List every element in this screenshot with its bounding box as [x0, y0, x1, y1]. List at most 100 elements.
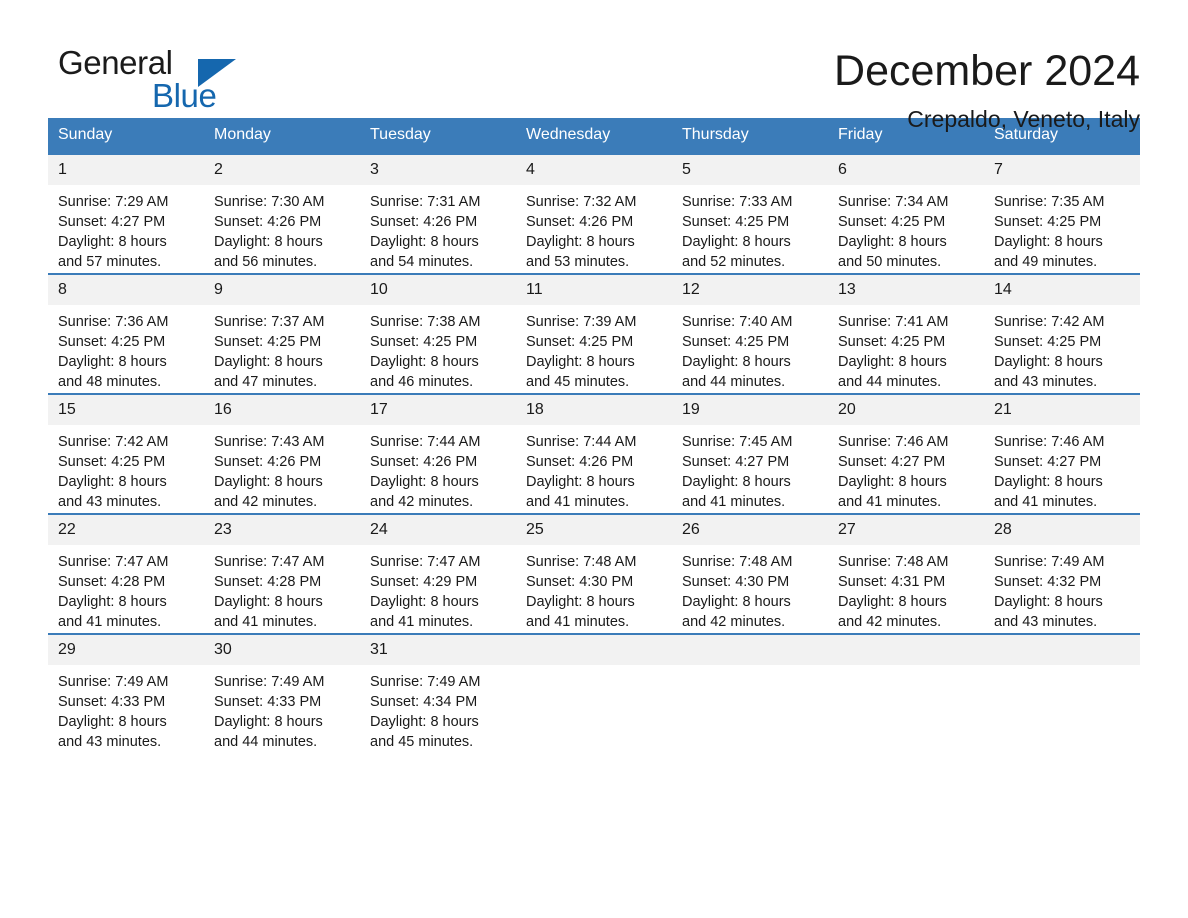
calendar-day-cell[interactable]: 28 Sunrise: 7:49 AM Sunset: 4:32 PM Dayligh…: [984, 513, 1140, 634]
sunrise-time: Sunrise: 7:47 AM: [58, 554, 169, 570]
calendar-day-cell[interactable]: 19 Sunrise: 7:45 AM Sunset: 4:27 PM Dayligh…: [672, 393, 828, 514]
sunrise-time: Sunrise: 7:34 AM: [838, 194, 949, 210]
calendar-day-cell[interactable]: 29 Sunrise: 7:49 AM Sunset: 4:33 PM Dayligh…: [48, 633, 204, 753]
daylight-duration-line1: Daylight: 8 hours: [370, 594, 479, 610]
day-details: Sunrise: 7:49 AM Sunset: 4:33 PM Daylight:…: [204, 665, 360, 752]
weekday-header-wednesday: Wednesday: [516, 118, 672, 154]
daylight-duration-line2: and 57 minutes.: [58, 254, 162, 270]
daylight-duration-line1: Daylight: 8 hours: [994, 234, 1103, 250]
day-number: 6: [828, 155, 984, 185]
day-number: 4: [516, 155, 672, 185]
day-details: Sunrise: 7:29 AM Sunset: 4:27 PM Daylight:…: [48, 185, 204, 272]
calendar-day-cell[interactable]: 22 Sunrise: 7:47 AM Sunset: 4:28 PM Dayligh…: [48, 513, 204, 634]
calendar-day-cell[interactable]: 25 Sunrise: 7:48 AM Sunset: 4:30 PM Dayligh…: [516, 513, 672, 634]
day-details: Sunrise: 7:47 AM Sunset: 4:29 PM Daylight:…: [360, 545, 516, 632]
daylight-duration-line2: and 41 minutes.: [526, 614, 630, 630]
day-number: 29: [48, 635, 204, 665]
sunset-time: Sunset: 4:34 PM: [370, 694, 478, 710]
calendar-page: General Blue December 2024 Crepaldo, Ven…: [0, 0, 1188, 918]
calendar-week-row: 15 Sunrise: 7:42 AM Sunset: 4:25 PM Dayligh…: [48, 393, 1140, 514]
day-number: 1: [48, 155, 204, 185]
header-titles: December 2024 Crepaldo, Veneto, Italy: [834, 44, 1140, 134]
daylight-duration-line1: Daylight: 8 hours: [214, 594, 323, 610]
calendar-day-cell[interactable]: 17 Sunrise: 7:44 AM Sunset: 4:26 PM Dayligh…: [360, 393, 516, 514]
calendar-day-cell[interactable]: 24 Sunrise: 7:47 AM Sunset: 4:29 PM Dayligh…: [360, 513, 516, 634]
calendar-day-cell[interactable]: 5 Sunrise: 7:33 AM Sunset: 4:25 PM Daylight…: [672, 153, 828, 274]
calendar-day-cell[interactable]: 11 Sunrise: 7:39 AM Sunset: 4:25 PM Dayligh…: [516, 273, 672, 394]
daylight-duration-line1: Daylight: 8 hours: [682, 594, 791, 610]
calendar-day-cell[interactable]: 6 Sunrise: 7:34 AM Sunset: 4:25 PM Daylight…: [828, 153, 984, 274]
calendar-day-cell[interactable]: 14 Sunrise: 7:42 AM Sunset: 4:25 PM Dayligh…: [984, 273, 1140, 394]
day-details: Sunrise: 7:47 AM Sunset: 4:28 PM Daylight:…: [204, 545, 360, 632]
daylight-duration-line1: Daylight: 8 hours: [994, 474, 1103, 490]
daylight-duration-line1: Daylight: 8 hours: [370, 714, 479, 730]
day-number: 26: [672, 515, 828, 545]
sunrise-time: Sunrise: 7:41 AM: [838, 314, 949, 330]
calendar-day-cell[interactable]: 10 Sunrise: 7:38 AM Sunset: 4:25 PM Dayligh…: [360, 273, 516, 394]
daylight-duration-line1: Daylight: 8 hours: [526, 354, 635, 370]
sunset-time: Sunset: 4:26 PM: [526, 214, 634, 230]
calendar-day-cell[interactable]: 7 Sunrise: 7:35 AM Sunset: 4:25 PM Daylight…: [984, 153, 1140, 274]
daylight-duration-line2: and 42 minutes.: [214, 494, 318, 510]
sunrise-time: Sunrise: 7:32 AM: [526, 194, 637, 210]
daylight-duration-line2: and 44 minutes.: [214, 734, 318, 750]
day-details: Sunrise: 7:31 AM Sunset: 4:26 PM Daylight:…: [360, 185, 516, 272]
sunrise-time: Sunrise: 7:49 AM: [214, 674, 325, 690]
calendar-day-cell[interactable]: 18 Sunrise: 7:44 AM Sunset: 4:26 PM Dayligh…: [516, 393, 672, 514]
general-blue-logo[interactable]: General Blue: [48, 44, 248, 114]
sunset-time: Sunset: 4:30 PM: [526, 574, 634, 590]
day-number: 7: [984, 155, 1140, 185]
calendar-day-cell[interactable]: 16 Sunrise: 7:43 AM Sunset: 4:26 PM Dayligh…: [204, 393, 360, 514]
daylight-duration-line2: and 43 minutes.: [58, 734, 162, 750]
sunrise-time: Sunrise: 7:29 AM: [58, 194, 169, 210]
calendar-day-cell[interactable]: 8 Sunrise: 7:36 AM Sunset: 4:25 PM Daylight…: [48, 273, 204, 394]
day-details: Sunrise: 7:30 AM Sunset: 4:26 PM Daylight:…: [204, 185, 360, 272]
calendar-day-cell[interactable]: 15 Sunrise: 7:42 AM Sunset: 4:25 PM Dayligh…: [48, 393, 204, 514]
calendar-day-cell[interactable]: 4 Sunrise: 7:32 AM Sunset: 4:26 PM Daylight…: [516, 153, 672, 274]
calendar-day-cell[interactable]: 13 Sunrise: 7:41 AM Sunset: 4:25 PM Dayligh…: [828, 273, 984, 394]
day-details: Sunrise: 7:35 AM Sunset: 4:25 PM Daylight:…: [984, 185, 1140, 272]
daylight-duration-line1: Daylight: 8 hours: [214, 354, 323, 370]
day-number: 22: [48, 515, 204, 545]
calendar-day-cell[interactable]: 30 Sunrise: 7:49 AM Sunset: 4:33 PM Dayligh…: [204, 633, 360, 753]
day-details: Sunrise: 7:48 AM Sunset: 4:31 PM Daylight:…: [828, 545, 984, 632]
daylight-duration-line1: Daylight: 8 hours: [370, 474, 479, 490]
calendar-day-cell[interactable]: 26 Sunrise: 7:48 AM Sunset: 4:30 PM Dayligh…: [672, 513, 828, 634]
sunset-time: Sunset: 4:30 PM: [682, 574, 790, 590]
sunset-time: Sunset: 4:27 PM: [58, 214, 166, 230]
daylight-duration-line1: Daylight: 8 hours: [58, 714, 167, 730]
sunrise-time: Sunrise: 7:39 AM: [526, 314, 637, 330]
daylight-duration-line2: and 41 minutes.: [838, 494, 942, 510]
calendar-day-cell[interactable]: 27 Sunrise: 7:48 AM Sunset: 4:31 PM Dayligh…: [828, 513, 984, 634]
calendar-day-cell[interactable]: 12 Sunrise: 7:40 AM Sunset: 4:25 PM Dayligh…: [672, 273, 828, 394]
calendar-day-cell[interactable]: 21 Sunrise: 7:46 AM Sunset: 4:27 PM Dayligh…: [984, 393, 1140, 514]
day-details: Sunrise: 7:33 AM Sunset: 4:25 PM Daylight:…: [672, 185, 828, 272]
calendar-day-cell[interactable]: 31 Sunrise: 7:49 AM Sunset: 4:34 PM Dayligh…: [360, 633, 516, 753]
daylight-duration-line2: and 44 minutes.: [682, 374, 786, 390]
sunrise-time: Sunrise: 7:37 AM: [214, 314, 325, 330]
daylight-duration-line1: Daylight: 8 hours: [370, 354, 479, 370]
daylight-duration-line2: and 41 minutes.: [58, 614, 162, 630]
day-number-placeholder: [516, 635, 672, 665]
daylight-duration-line1: Daylight: 8 hours: [58, 234, 167, 250]
calendar-day-cell[interactable]: 3 Sunrise: 7:31 AM Sunset: 4:26 PM Daylight…: [360, 153, 516, 274]
calendar-day-cell[interactable]: 9 Sunrise: 7:37 AM Sunset: 4:25 PM Daylight…: [204, 273, 360, 394]
daylight-duration-line2: and 45 minutes.: [526, 374, 630, 390]
calendar-day-cell[interactable]: 2 Sunrise: 7:30 AM Sunset: 4:26 PM Daylight…: [204, 153, 360, 274]
day-number: 12: [672, 275, 828, 305]
page-header: General Blue December 2024 Crepaldo, Ven…: [48, 0, 1140, 132]
calendar-day-cell[interactable]: 1 Sunrise: 7:29 AM Sunset: 4:27 PM Daylight…: [48, 153, 204, 274]
calendar-body: 1 Sunrise: 7:29 AM Sunset: 4:27 PM Daylight…: [48, 153, 1140, 753]
sunset-time: Sunset: 4:25 PM: [838, 334, 946, 350]
calendar-day-cell[interactable]: 20 Sunrise: 7:46 AM Sunset: 4:27 PM Dayligh…: [828, 393, 984, 514]
daylight-duration-line1: Daylight: 8 hours: [838, 354, 947, 370]
sunset-time: Sunset: 4:25 PM: [58, 334, 166, 350]
day-details: Sunrise: 7:38 AM Sunset: 4:25 PM Daylight:…: [360, 305, 516, 392]
daylight-duration-line1: Daylight: 8 hours: [838, 594, 947, 610]
daylight-duration-line1: Daylight: 8 hours: [526, 474, 635, 490]
day-details: Sunrise: 7:44 AM Sunset: 4:26 PM Daylight:…: [360, 425, 516, 512]
daylight-duration-line2: and 41 minutes.: [370, 614, 474, 630]
day-number: 15: [48, 395, 204, 425]
calendar-day-cell[interactable]: 23 Sunrise: 7:47 AM Sunset: 4:28 PM Dayligh…: [204, 513, 360, 634]
daylight-duration-line2: and 44 minutes.: [838, 374, 942, 390]
